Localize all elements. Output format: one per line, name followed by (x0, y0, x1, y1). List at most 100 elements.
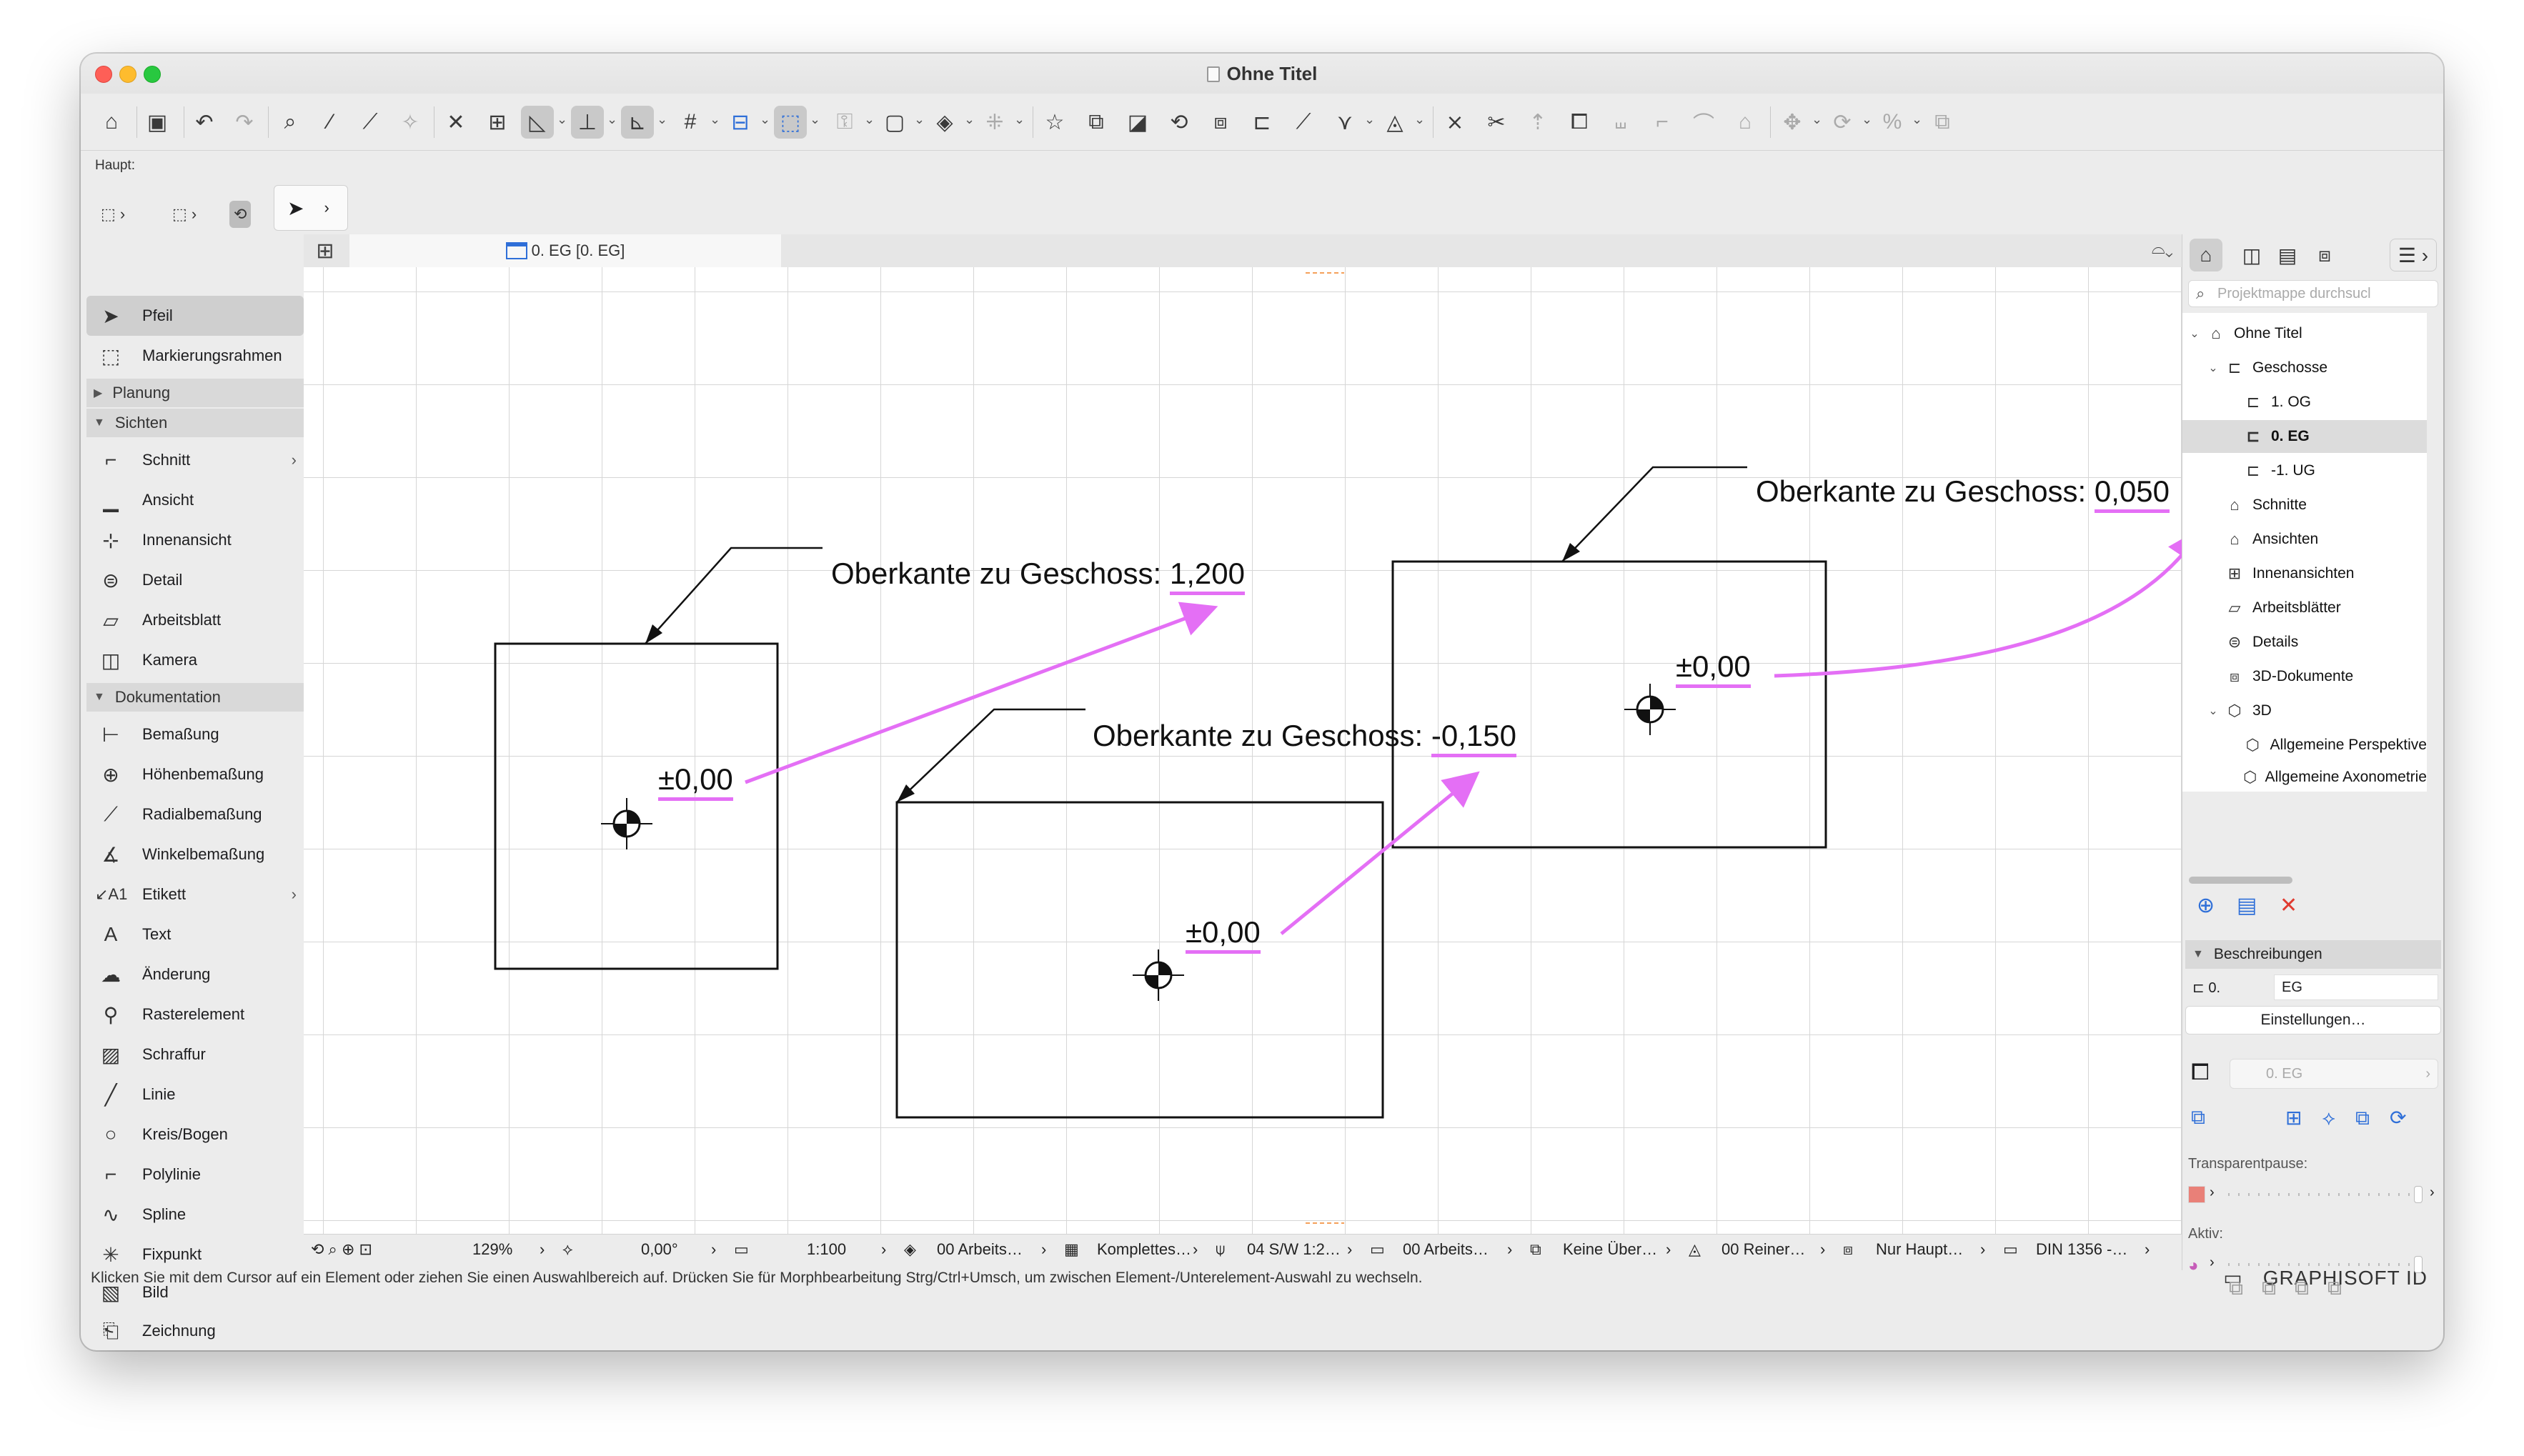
layer-settings-icon[interactable]: ⧉ (2191, 1106, 2205, 1130)
trace-icon[interactable]: ⟲ (1163, 106, 1196, 139)
chevron-right-icon[interactable]: › (1041, 1240, 1046, 1259)
dimension-standard-value[interactable]: DIN 1356 -… (2036, 1240, 2127, 1259)
redo-icon[interactable]: ↷ (228, 106, 261, 139)
display-order-icon[interactable]: ◈ (928, 106, 961, 139)
chevron-down-icon[interactable]: ⌄ (964, 112, 975, 127)
tree-item-ansichten[interactable]: ⌂ Ansichten (2182, 523, 2427, 556)
scale-value[interactable]: 1:100 (807, 1240, 846, 1259)
tab-overview-icon[interactable]: ⊞ (304, 234, 347, 267)
chevron-right-icon[interactable]: › (1347, 1240, 1352, 1259)
group-planung[interactable]: ▶ Planung (86, 379, 304, 407)
tool-spline[interactable]: ∿ Spline (86, 1195, 304, 1235)
level-text-2[interactable]: ±0,00 (1186, 915, 1261, 954)
label-leader-2[interactable] (896, 708, 1085, 803)
pen-set-value[interactable]: 04 S/W 1:2… (1247, 1240, 1341, 1259)
chevron-down-icon[interactable]: ⌄ (1014, 112, 1025, 127)
roof-icon[interactable]: ⌂ (1729, 106, 1762, 139)
chevron-down-icon[interactable]: ⌄ (607, 112, 617, 127)
chevron-right-icon[interactable]: › (711, 1240, 716, 1259)
level-label-header-3[interactable]: Oberkante zu Geschoss: 0,050 (1756, 474, 2170, 513)
navigator-menu-icon[interactable]: ☰ › (2390, 239, 2437, 271)
floor-plan-icon[interactable]: ◪ (1121, 106, 1154, 139)
chevron-down-icon[interactable]: ⌄ (760, 112, 770, 127)
renovation-filter-value[interactable]: 00 Reiner… (1721, 1240, 1805, 1259)
chevron-right-icon[interactable]: › (881, 1240, 886, 1259)
angle-value[interactable]: 0,00° (641, 1240, 678, 1259)
rotated-marquee-icon[interactable]: ⟲ (229, 201, 252, 228)
view-map-value[interactable]: 00 Arbeits… (1403, 1240, 1489, 1259)
tool-polylinie[interactable]: ⌐ Polylinie (86, 1155, 304, 1195)
layer-actions-icon[interactable]: ⊞⟡⧉⟳ (2285, 1106, 2426, 1130)
layer-combination-value[interactable]: 00 Arbeits… (937, 1240, 1023, 1259)
rotate-view-icon[interactable]: ⟡ (562, 1240, 573, 1259)
level-marker-3[interactable] (1624, 684, 1676, 735)
tree-item-innenansichten[interactable]: ⊞ Innenansichten (2182, 557, 2427, 590)
tree-item-arbeitsblaetter[interactable]: ▱ Arbeitsblätter (2182, 592, 2427, 624)
lock-icon[interactable]: ⚿ (828, 106, 861, 139)
3d-window-icon[interactable]: ⧉ (1080, 106, 1113, 139)
attributes-icon[interactable]: ⊏ (1246, 106, 1278, 139)
tool-bemassung[interactable]: ⊢ Bemaßung (86, 714, 304, 754)
slab-outline-2[interactable] (895, 801, 1384, 1119)
star-icon[interactable]: ☆ (1038, 106, 1071, 139)
settings-button[interactable]: Einstellungen… (2185, 1006, 2441, 1034)
level-label-header-1[interactable]: Oberkante zu Geschoss: 1,200 (831, 557, 1246, 595)
tool-hoehenbemassung[interactable]: ⊕ Höhenbemaßung (86, 754, 304, 794)
level-label-header-2[interactable]: Oberkante zu Geschoss: -0,150 (1093, 719, 1516, 757)
chevron-down-icon[interactable]: ⌄ (1812, 112, 1822, 127)
view-options-icon[interactable]: ⌓⌄ (2152, 239, 2173, 259)
level-text-1[interactable]: ±0,00 (658, 762, 733, 801)
group-sichten[interactable]: ▼ Sichten (86, 409, 304, 437)
model-view-value[interactable]: Komplettes… (1097, 1240, 1191, 1259)
chevron-down-icon[interactable]: ⌄ (1912, 112, 1922, 127)
slider-knob[interactable] (2414, 1256, 2423, 1273)
syringe-icon[interactable]: ⟋ (354, 106, 387, 139)
chevron-down-icon[interactable]: ⌄ (1414, 112, 1425, 127)
construction-grid-icon[interactable]: ⊟ (724, 106, 757, 139)
arrow-tool-settings[interactable]: ➤ › (274, 185, 348, 231)
rotate-icon[interactable]: ⟳ (1826, 106, 1859, 139)
color-wheel-icon[interactable]: ◕ (2188, 1256, 2199, 1276)
chevron-down-icon[interactable]: ⌄ (1364, 112, 1375, 127)
zoom-controls-icon[interactable]: ⟲ ⌕ ⊕ ⊡ (311, 1240, 372, 1259)
publisher-icon[interactable]: ⧈ (2308, 239, 2341, 271)
chevron-right-icon[interactable]: › (1507, 1240, 1512, 1259)
tree-item-0-eg[interactable]: ⊏ 0. EG (2182, 420, 2427, 453)
new-view-icon[interactable]: ⊕ (2197, 893, 2215, 918)
fillet-icon[interactable]: ⌐ (1646, 106, 1679, 139)
tree-item-ohne-titel[interactable]: ⌄ ⌂ Ohne Titel (2182, 317, 2427, 350)
tool-winkelbemassung[interactable]: ∡ Winkelbemaßung (86, 834, 304, 874)
curve-icon[interactable]: ⌒ (1687, 106, 1720, 139)
layout-book-icon[interactable]: ▤ (2271, 239, 2304, 271)
align-icon[interactable]: ⁜ (978, 106, 1011, 139)
undo-icon[interactable]: ↶ (188, 106, 221, 139)
label-leader-1[interactable] (645, 547, 823, 644)
chevron-right-icon[interactable]: › (1980, 1240, 1985, 1259)
tree-item-details[interactable]: ⊜ Details (2182, 626, 2427, 659)
grid-snap-icon[interactable]: # (674, 106, 707, 139)
tool-schnitt[interactable]: ⌐ Schnitt › (86, 440, 304, 480)
chevron-down-icon[interactable]: ⌄ (557, 112, 567, 127)
tree-item-3d[interactable]: ⌄ ⬡ 3D (2182, 694, 2427, 727)
save-icon[interactable]: ▣ (141, 106, 174, 139)
organizer-icons[interactable]: ⧉⧉⧉⧉ (2229, 1277, 2360, 1300)
trim-icon[interactable]: ✂ (1480, 106, 1513, 139)
renovation-icon[interactable]: ◬ (1378, 106, 1411, 139)
tool-etikett[interactable]: ↙A1 Etikett › (86, 874, 304, 914)
layer-selector[interactable]: 0. EG › (2230, 1059, 2438, 1089)
guide-lines-icon[interactable]: ◺ (521, 106, 554, 139)
slab-outline-3[interactable] (1391, 560, 1827, 849)
tool-radialbemassung[interactable]: ⟋ Radialbemaßung (86, 794, 304, 834)
tree-item-3d-dokumente[interactable]: ⧈ 3D-Dokumente (2182, 660, 2427, 693)
tool-pfeil[interactable]: ➤ Pfeil (86, 296, 304, 336)
properties-icon[interactable]: ▤ (2237, 893, 2257, 918)
chevron-right-icon[interactable]: › (1666, 1240, 1671, 1259)
marquee-mode-icon[interactable]: ⬚ › (168, 201, 201, 228)
tree-item-minus1-ug[interactable]: ⊏ -1. UG (2182, 454, 2427, 487)
chevron-right-icon[interactable]: › (540, 1240, 545, 1259)
chevron-down-icon[interactable]: ⌄ (710, 112, 720, 127)
label-leader-3[interactable] (1561, 466, 1747, 562)
zoom-value[interactable]: 129% (472, 1240, 512, 1259)
chevron-right-icon[interactable]: › (1193, 1240, 1198, 1259)
story-name-field[interactable]: EG (2274, 974, 2438, 1000)
